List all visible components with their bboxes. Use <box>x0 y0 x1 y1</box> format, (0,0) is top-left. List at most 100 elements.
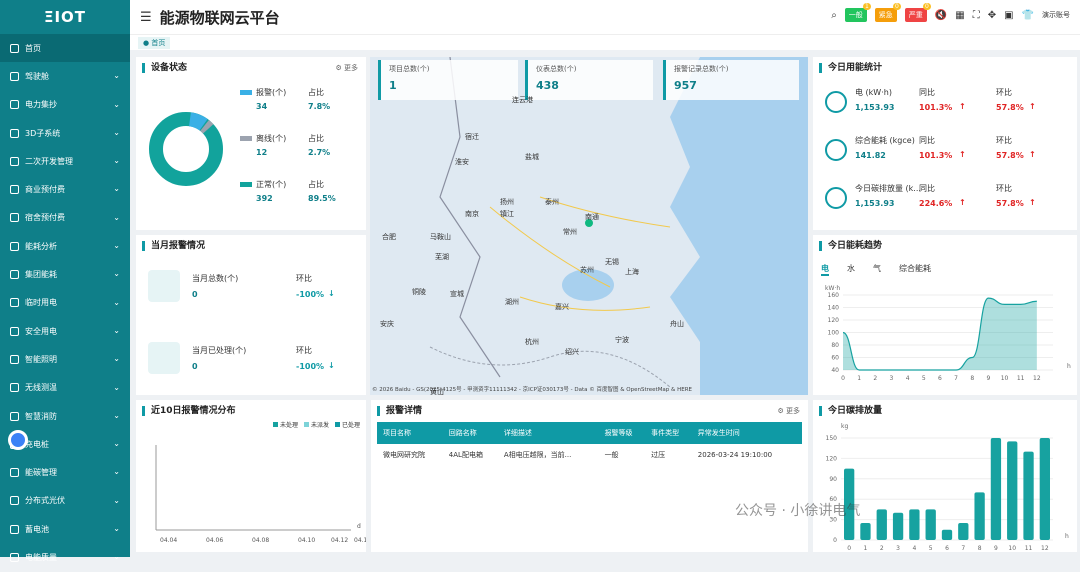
carbon-bar <box>876 509 887 540</box>
page-title: 能源物联网云平台 <box>159 8 280 27</box>
alarm-detail-table: 项目名称 回路名称 详细描述 报警等级 事件类型 异常发生时间 微电网研究院 4AL配电箱 A… <box>377 422 802 466</box>
trend-xtick: 6 <box>938 375 942 382</box>
grid-icon[interactable]: ▦ <box>955 10 964 21</box>
month-alarm-value: 0 <box>192 290 198 299</box>
energy-item-icon <box>825 139 847 161</box>
trend-ytick: 60 <box>831 355 839 362</box>
sidebar-item-label: 首页 <box>25 43 41 53</box>
sidebar-item-6[interactable]: 宿舍预付费 ⌄ <box>0 204 130 232</box>
trend-tab-2[interactable]: 气 <box>873 263 881 276</box>
sidebar-item-11[interactable]: 智能照明 ⌄ <box>0 345 130 373</box>
sidebar-item-18[interactable]: 电能质量 ⌄ <box>0 543 130 571</box>
trend-area <box>843 298 1037 370</box>
expand-icon[interactable]: ✥ <box>988 10 996 21</box>
map-stat-projects-value: 1 <box>389 79 397 92</box>
energy-mom-value: 57.8% <box>996 199 1024 208</box>
alarm-cell: 2026-03-24 19:10:00 <box>697 451 773 459</box>
meter-icon <box>10 100 19 110</box>
carbon-card: 今日碳排放量 kg 0 30 60 90 120 150 0 1 2 3 4 5 6 7 8 9 10 11 12 h <box>813 400 1077 552</box>
mute-icon[interactable]: 🔇 <box>935 10 947 21</box>
trend-tab-3[interactable]: 综合能耗 <box>899 263 931 276</box>
chevron-down-icon: ⌄ <box>113 325 120 335</box>
map-stat-alarms-value: 957 <box>674 79 697 92</box>
chevron-down-icon: ⌄ <box>113 99 120 109</box>
sidebar-item-1[interactable]: 驾驶舱 ⌄ <box>0 62 130 90</box>
sidebar-item-10[interactable]: 安全用电 ⌄ <box>0 317 130 345</box>
tab-home[interactable]: ● 首页 <box>138 37 171 49</box>
sidebar-item-17[interactable]: 蓄电池 ⌄ <box>0 515 130 543</box>
map-city-label: 镇江 <box>500 210 514 218</box>
map-city-label: 宿迁 <box>465 133 479 141</box>
sidebar-item-9[interactable]: 临时用电 ⌄ <box>0 289 130 317</box>
map-stat-meters: 仪表总数(个) 438 <box>525 60 653 100</box>
map-city-label: 无锡 <box>605 258 619 266</box>
device-status-more-label: 更多 <box>344 64 358 72</box>
alarm-detail-title: 报警详情 <box>377 406 422 416</box>
sidebar-item-5[interactable]: 商业预付费 ⌄ <box>0 175 130 203</box>
map-city-label: 芜湖 <box>435 253 449 261</box>
qr-icon[interactable]: ▣ <box>1004 10 1013 21</box>
month-alarm-label: 当月总数(个) <box>192 274 239 283</box>
trend-xtick: 0 <box>841 375 845 382</box>
chevron-down-icon: ⌄ <box>113 241 120 251</box>
energy-value: 141.82 <box>855 151 886 160</box>
sidebar-item-15[interactable]: 能碳管理 ⌄ <box>0 458 130 486</box>
sidebar-item-label: 充电桩 <box>25 439 49 449</box>
map-city-label: 南京 <box>465 210 479 218</box>
trend-xtick: 9 <box>986 375 990 382</box>
alarm-detail-more-link[interactable]: ⚙ 更多 <box>777 406 800 416</box>
sidebar-item-12[interactable]: 无线测温 ⌄ <box>0 374 130 402</box>
sidebar-item-13[interactable]: 智慧消防 ⌄ <box>0 402 130 430</box>
energy-label: 今日碳排放量 (k... <box>855 184 921 193</box>
device-ratio-label: 占比 <box>308 88 324 97</box>
energy-mom-label: 环比 <box>996 184 1012 193</box>
energy-item-icon <box>825 91 847 113</box>
fullscreen-icon[interactable]: ⛶ <box>973 10 980 21</box>
legend-swatch <box>240 90 252 95</box>
carbon-ytick: 120 <box>826 455 838 462</box>
energy-yoy-label: 同比 <box>919 136 935 145</box>
map-city-label: 合肥 <box>382 233 396 241</box>
device-status-more-link[interactable]: ⚙ 更多 <box>335 63 358 73</box>
plug-icon <box>10 298 19 308</box>
shirt-icon[interactable]: 👕 <box>1022 10 1034 21</box>
search-icon[interactable]: ⌕ <box>831 10 837 21</box>
carbon-xtick: 6 <box>945 545 949 552</box>
alarm10-xtick: 04.08 <box>252 537 269 544</box>
carbon-bar <box>990 438 1002 540</box>
sidebar-item-8[interactable]: 集团能耗 ⌄ <box>0 260 130 288</box>
sidebar-item-2[interactable]: 电力集抄 ⌄ <box>0 91 130 119</box>
map-stat-meters-value: 438 <box>536 79 559 92</box>
sidebar-item-3[interactable]: 3D子系统 ⌄ <box>0 119 130 147</box>
device-count: 12 <box>256 148 268 157</box>
trend-tab-0[interactable]: 电 <box>821 263 829 276</box>
carbon-xtick: 10 <box>1008 545 1016 552</box>
alarm10-xtick: 04.06 <box>206 537 223 544</box>
menu-toggle-icon[interactable]: ☰ <box>140 10 152 25</box>
user-account[interactable]: 演示账号 <box>1042 10 1070 20</box>
sidebar-item-4[interactable]: 二次开发管理 ⌄ <box>0 147 130 175</box>
map-city-label: 泰州 <box>545 198 559 206</box>
sidebar-item-7[interactable]: 能耗分析 ⌄ <box>0 232 130 260</box>
sidebar-item-0[interactable]: 首页 <box>0 34 130 63</box>
alert-urgent-button[interactable]: 紧急 0 <box>874 3 901 22</box>
map-city-label: 铜陵 <box>412 288 426 296</box>
alert-severe-button[interactable]: 严重 0 <box>904 3 931 22</box>
sidebar-item-label: 智慧消防 <box>25 411 57 421</box>
floating-help-icon[interactable] <box>8 430 28 450</box>
alarm10-xtick: 04.13 <box>354 537 366 544</box>
map-background <box>429 57 808 395</box>
map-view[interactable]: 项目总数(个) 1 仪表总数(个) 438 报警记录总数(个) 957 连云港 宿迁 淮安… <box>370 57 808 395</box>
chevron-down-icon: ⌄ <box>113 269 120 279</box>
battery-icon <box>10 524 19 534</box>
trend-title: 今日能耗趋势 <box>819 241 882 251</box>
alert-general-button[interactable]: 一般 1 <box>844 3 871 22</box>
monitor-icon <box>10 43 19 53</box>
map-stat-alarms: 报警记录总数(个) 957 <box>663 60 799 100</box>
sidebar-item-16[interactable]: 分布式光伏 ⌄ <box>0 487 130 515</box>
table-row[interactable]: 微电网研究院 4AL配电箱 A相电压越限，当前... 一般 过压 2026-03-24 1… <box>377 444 802 466</box>
sidebar-item-label: 电能质量 <box>25 552 57 562</box>
map-stat-projects: 项目总数(个) 1 <box>378 60 518 100</box>
trend-tab-1[interactable]: 水 <box>847 263 855 276</box>
wave-icon <box>10 552 19 562</box>
